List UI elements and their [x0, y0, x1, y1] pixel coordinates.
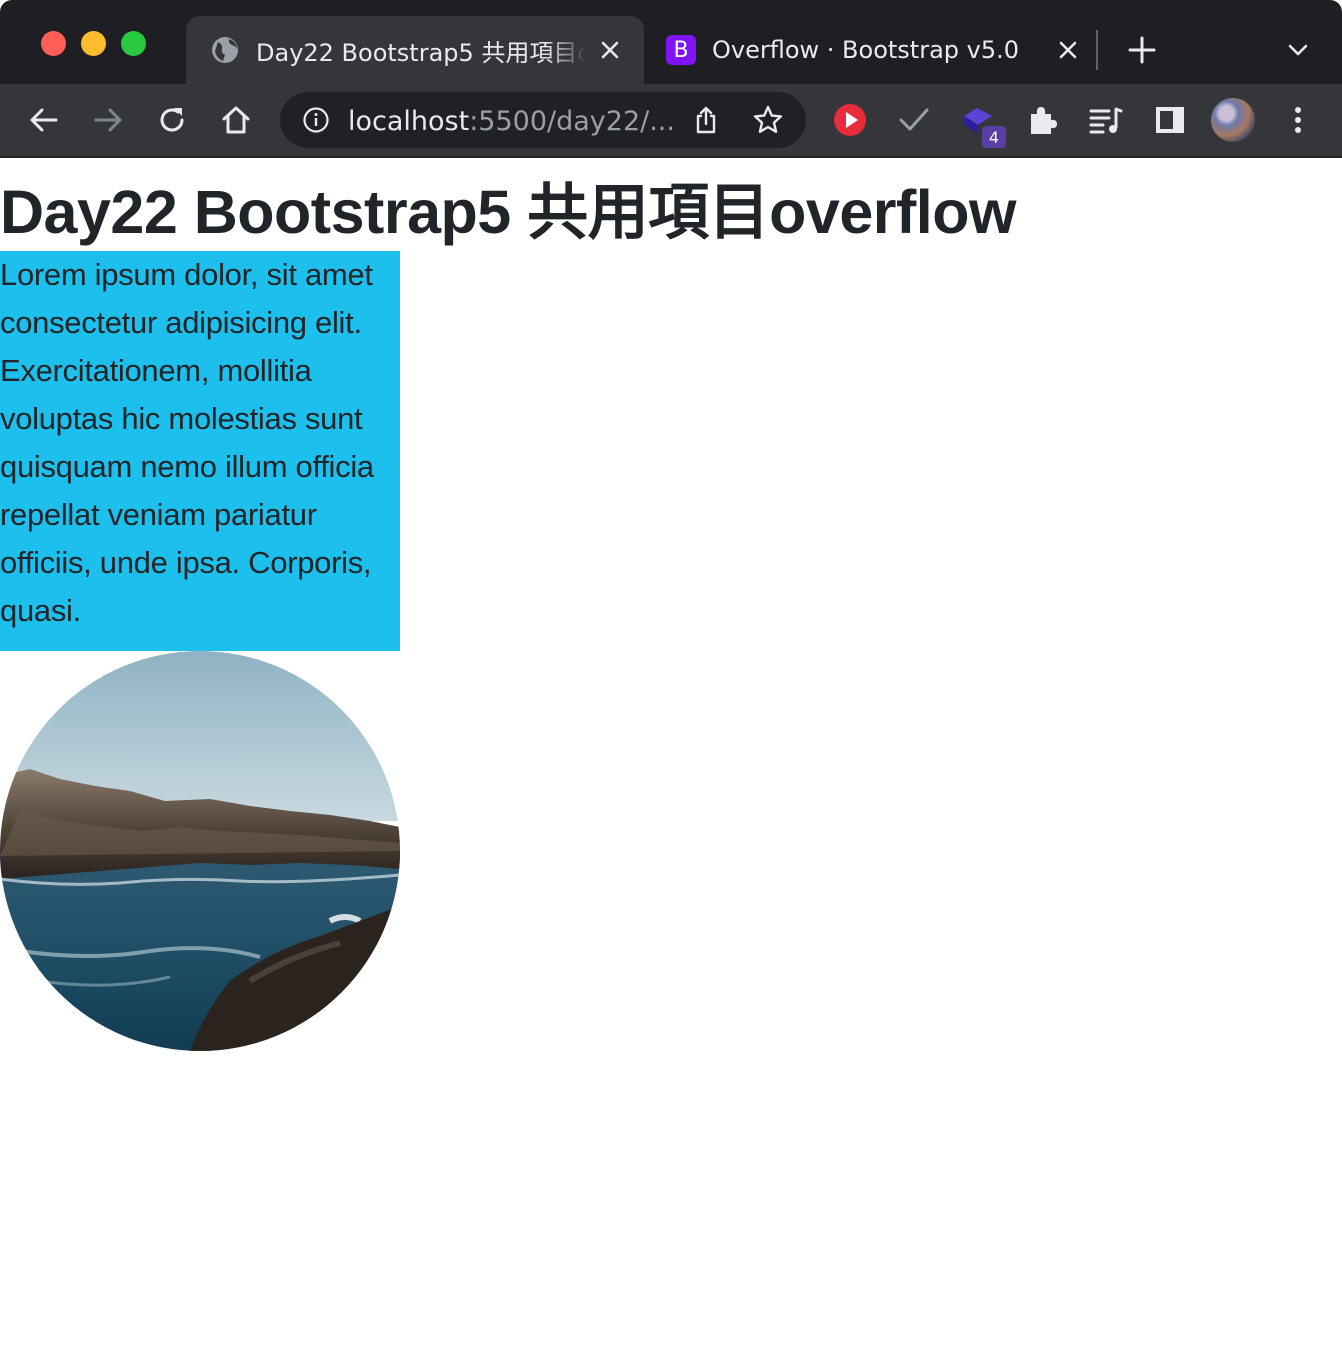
youtube-play-extension-icon[interactable]: [832, 102, 868, 138]
coastline-photo: [0, 651, 400, 1051]
more-menu-icon[interactable]: [1280, 102, 1316, 138]
bootstrap-icon: B: [666, 35, 696, 65]
media-control-icon[interactable]: [1088, 102, 1124, 138]
zoom-window-button[interactable]: [121, 31, 146, 56]
tab-search-chevron-down-icon[interactable]: [1284, 36, 1312, 64]
tab-title: Overflow · Bootstrap v5.0: [712, 36, 1020, 64]
browser-tab-strip: Day22 Bootstrap5 共用項目overflow B Overflow…: [0, 0, 1342, 84]
extension-count-badge: 4: [982, 126, 1006, 148]
side-panel-icon[interactable]: [1152, 102, 1188, 138]
web-page-content: Day22 Bootstrap5 共用項目overflow Lorem ipsu…: [0, 158, 1342, 1360]
page-heading: Day22 Bootstrap5 共用項目overflow: [0, 178, 1016, 246]
url-text: localhost:5500/day22/...: [348, 106, 675, 137]
url-host: localhost: [348, 106, 470, 137]
close-tab-icon[interactable]: [596, 36, 624, 64]
site-info-icon[interactable]: [302, 106, 330, 134]
puzzle-extensions-icon[interactable]: [1024, 102, 1060, 138]
rounded-coastline-image: [0, 651, 400, 1051]
forward-arrow-icon[interactable]: [90, 102, 126, 138]
close-tab-icon[interactable]: [1054, 36, 1082, 64]
overflow-hidden-box: Lorem ipsum dolor, sit amet consectetur …: [0, 251, 400, 651]
tab-bootstrap-overflow-docs[interactable]: B Overflow · Bootstrap v5.0: [648, 16, 1092, 84]
overflow-paragraph: Lorem ipsum dolor, sit amet consectetur …: [0, 257, 374, 628]
profile-avatar[interactable]: [1211, 98, 1255, 142]
back-arrow-icon[interactable]: [26, 102, 62, 138]
tab-day22-overflow[interactable]: Day22 Bootstrap5 共用項目overflow: [186, 16, 644, 84]
tab-title: Day22 Bootstrap5 共用項目overflow: [256, 38, 586, 67]
bookmark-star-icon[interactable]: [752, 104, 784, 136]
address-bar[interactable]: localhost:5500/day22/...: [280, 92, 806, 148]
home-icon[interactable]: [218, 102, 254, 138]
reload-icon[interactable]: [154, 102, 190, 138]
globe-icon: [212, 37, 238, 63]
close-window-button[interactable]: [41, 31, 66, 56]
browser-toolbar: localhost:5500/day22/... 4: [0, 84, 1342, 158]
checkmark-extension-icon[interactable]: [896, 102, 932, 138]
share-icon[interactable]: [690, 104, 722, 136]
tab-divider: [1096, 30, 1098, 70]
url-path: :5500/day22/...: [469, 106, 675, 137]
new-tab-plus-icon[interactable]: [1126, 34, 1158, 66]
minimize-window-button[interactable]: [81, 31, 106, 56]
